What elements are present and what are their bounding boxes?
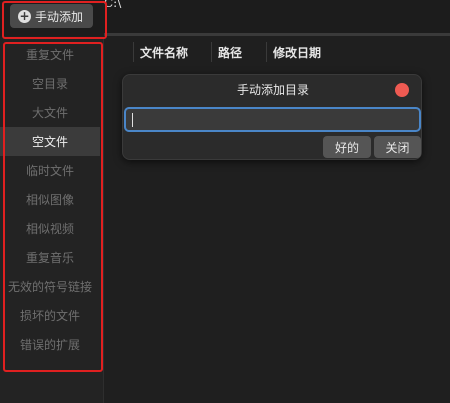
sidebar-item-duplicate-files[interactable]: 重复文件 (0, 40, 100, 69)
sidebar-item-big-files[interactable]: 大文件 (0, 98, 100, 127)
ok-button[interactable]: 好的 (323, 136, 371, 158)
sidebar-item-bad-extensions[interactable]: 错误的扩展 (0, 330, 100, 359)
sidebar-item-similar-videos[interactable]: 相似视频 (0, 214, 100, 243)
app-window: + 手动添加 C:\ 重复文件 空目录 大文件 空文件 临时文件 相似图像 相似… (0, 0, 450, 403)
sidebar-item-invalid-symlinks[interactable]: 无效的符号链接 (0, 272, 100, 301)
close-button[interactable]: 关闭 (374, 136, 421, 158)
sidebar: 重复文件 空目录 大文件 空文件 临时文件 相似图像 相似视频 重复音乐 无效的… (0, 38, 103, 403)
sidebar-border (103, 38, 104, 403)
sidebar-item-empty-files[interactable]: 空文件 (0, 127, 100, 156)
add-directory-dialog: 手动添加目录 好的 关闭 (122, 74, 422, 160)
toolbar-divider (104, 33, 450, 36)
column-separator (266, 42, 267, 62)
sidebar-item-similar-images[interactable]: 相似图像 (0, 185, 100, 214)
dialog-title: 手动添加目录 (236, 83, 309, 97)
column-header-modified-date[interactable]: 修改日期 (273, 44, 321, 61)
column-header-path[interactable]: 路径 (218, 44, 242, 61)
text-caret (132, 113, 133, 127)
column-separator (211, 42, 212, 62)
toolbar: + 手动添加 C:\ (0, 0, 450, 36)
sidebar-item-duplicate-music[interactable]: 重复音乐 (0, 243, 100, 272)
column-separator (133, 42, 134, 62)
add-manual-button[interactable]: + 手动添加 (10, 4, 93, 28)
sidebar-item-empty-folders[interactable]: 空目录 (0, 69, 100, 98)
add-manual-label: 手动添加 (35, 9, 84, 24)
close-dot-icon[interactable] (395, 83, 409, 97)
table-header: 文件名称 路径 修改日期 (104, 38, 450, 66)
column-header-file-name[interactable]: 文件名称 (140, 44, 188, 61)
plus-circle-icon: + (18, 9, 31, 23)
directory-path-input[interactable] (124, 107, 421, 132)
sidebar-item-temporary-files[interactable]: 临时文件 (0, 156, 100, 185)
sidebar-item-broken-files[interactable]: 损坏的文件 (0, 301, 100, 330)
current-path: C:\ (104, 0, 122, 10)
